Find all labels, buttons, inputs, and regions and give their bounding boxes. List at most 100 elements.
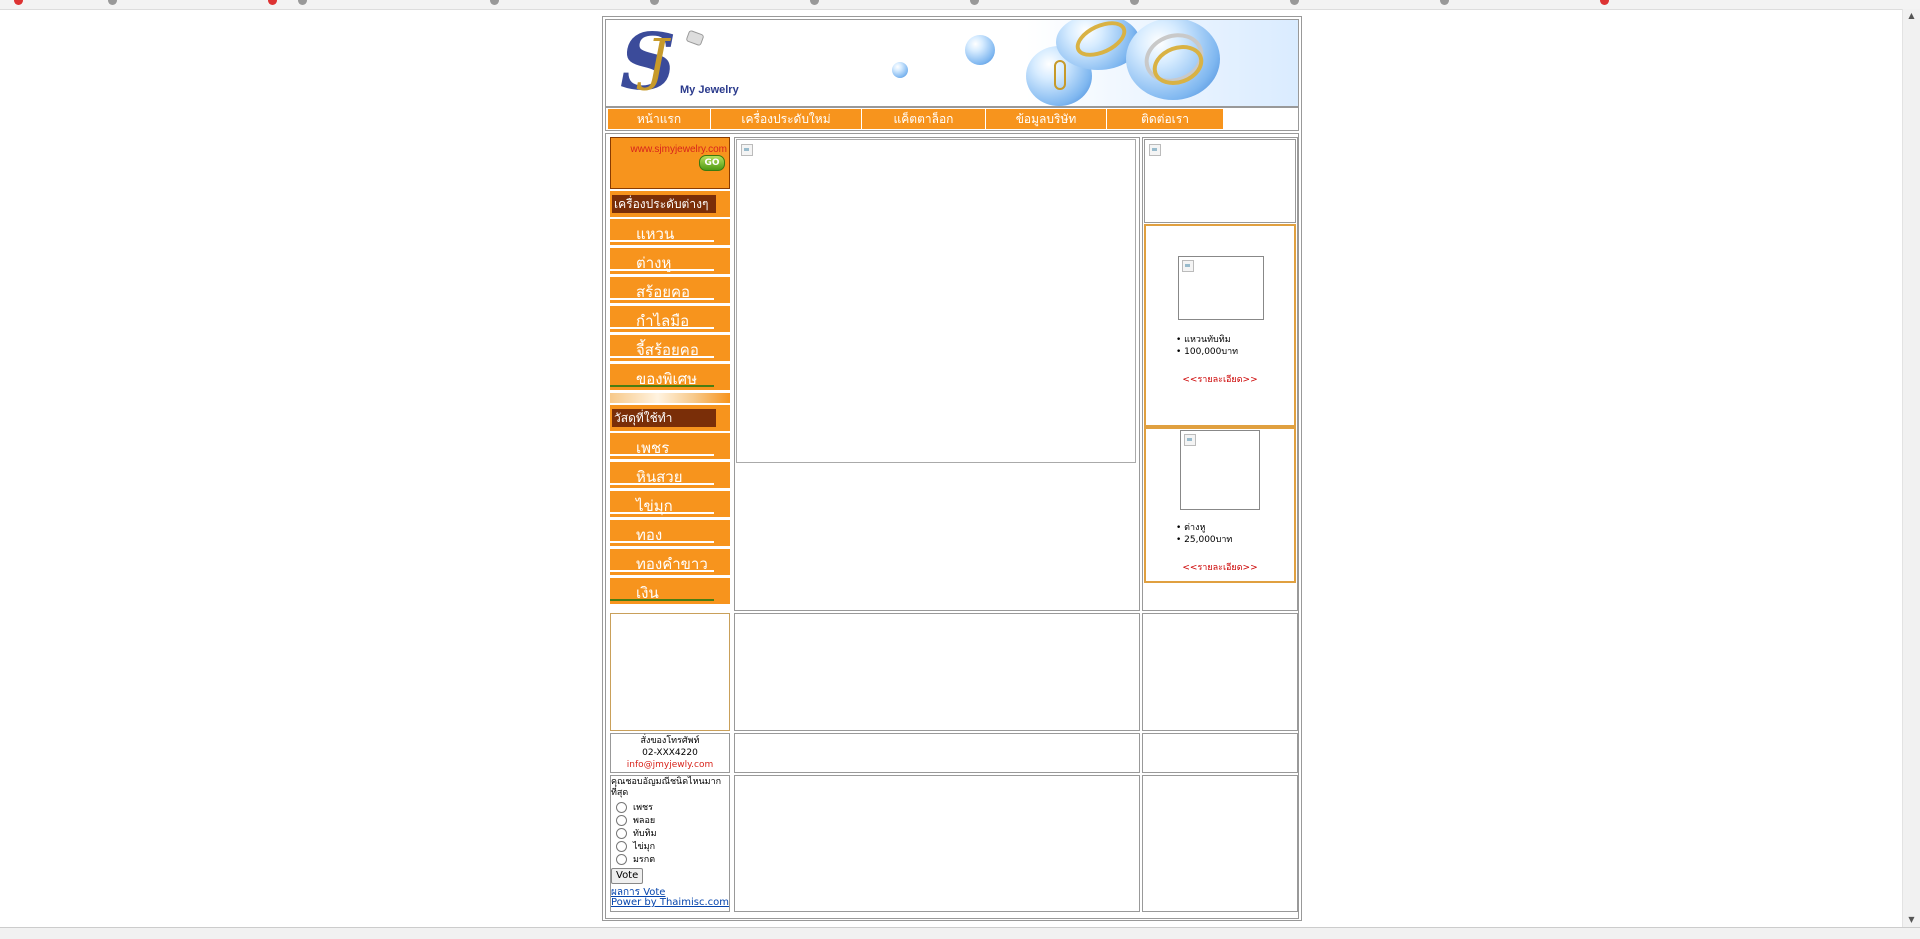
bookmark-icon[interactable] [1130, 0, 1139, 5]
poll-option[interactable]: พลอย [611, 815, 657, 828]
bookmark-icon[interactable] [1600, 0, 1609, 5]
poll-option-label: ทับทิม [633, 829, 657, 839]
nav-item-home[interactable]: หน้าแรก [608, 109, 711, 129]
nav-item-catalog[interactable]: แค็ตตาล็อก [862, 109, 986, 129]
bubble-icon [892, 62, 908, 78]
product-name: แหวนทับทิม [1176, 334, 1238, 346]
menu-item-pearl[interactable]: ไข่มุก [610, 490, 730, 517]
section-title: เครื่องประดับต่างๆ [612, 195, 716, 213]
bookmark-icon[interactable] [108, 0, 117, 5]
menu-item-gemstone[interactable]: หินสวย [610, 461, 730, 488]
product-card: ต่างหู 25,000บาท <<รายละเอียด>> [1144, 427, 1296, 583]
menu-item-label: แหวน [636, 226, 675, 243]
menu-item-pendants[interactable]: จี้สร้อยคอ [610, 334, 730, 361]
poll-option-label: มรกต [633, 855, 656, 865]
product-image[interactable] [1180, 430, 1260, 510]
powered-by-link[interactable]: Power by Thaimisc.com [611, 897, 729, 908]
menu-item-label: ต่างหู [636, 255, 672, 272]
broken-image-icon [741, 144, 753, 156]
menu-divider [610, 393, 730, 403]
left-empty-cell [610, 613, 730, 731]
poll-question: คุณชอบอัญมณีชนิดไหนมากที่สุด [611, 777, 722, 798]
poll-option-label: เพชร [633, 803, 653, 813]
browser-bookmarks-strip [0, 0, 1920, 10]
menu-item-label: หินสวย [636, 469, 683, 486]
poll-option[interactable]: มรกต [611, 854, 657, 867]
site-search-box: www.sjmyjewelry.com GO [610, 137, 730, 189]
poll-cell: คุณชอบอัญมณีชนิดไหนมากที่สุด เพชร พลอย ท… [610, 775, 730, 912]
radio-button[interactable] [616, 828, 627, 839]
bookmark-icon[interactable] [970, 0, 979, 5]
menu-item-bracelets[interactable]: กำไลมือ [610, 305, 730, 332]
pendant-icon [1054, 60, 1066, 90]
site-url-link[interactable]: www.sjmyjewelry.com [631, 144, 728, 155]
product-detail-link[interactable]: <<รายละเอียด>> [1146, 372, 1294, 386]
top-nav: หน้าแรก เครื่องประดับใหม่ แค็ตตาล็อก ข้อ… [605, 107, 1299, 131]
menu-item-rings[interactable]: แหวน [610, 218, 730, 245]
broken-image-icon [1182, 260, 1194, 272]
product-name: ต่างหู [1176, 522, 1232, 534]
nav-item-new-jewelry[interactable]: เครื่องประดับใหม่ [711, 109, 862, 129]
bubble-pendant-icon [965, 35, 995, 65]
menu-item-silver[interactable]: เงิน [610, 577, 730, 604]
right-banner-frame [1144, 139, 1296, 223]
status-bar [0, 927, 1920, 939]
menu-item-label: ของพิเศษ [636, 371, 698, 388]
page-container: S J My Jewelry หน้าแรก เครื่องประดับใหม่… [602, 16, 1302, 921]
contact-email-link[interactable]: info@jmyjewly.com [611, 759, 729, 771]
logo-text: My Jewelry [680, 84, 739, 96]
menu-item-diamond[interactable]: เพชร [610, 432, 730, 459]
menu-item-label: ทอง [636, 527, 663, 544]
menu-item-earrings[interactable]: ต่างหู [610, 247, 730, 274]
menu-item-specials[interactable]: ของพิเศษ [610, 363, 730, 390]
menu-section-materials: วัสดุที่ใช้ทำ [610, 405, 730, 431]
product-image[interactable] [1178, 256, 1264, 320]
bookmark-icon[interactable] [810, 0, 819, 5]
contact-cell: สั่งของโทรศัพท์ 02-XXX4220 info@jmyjewly… [610, 733, 730, 773]
section-title: วัสดุที่ใช้ทำ [612, 409, 716, 427]
bookmark-icon[interactable] [14, 0, 23, 5]
bookmark-icon[interactable] [490, 0, 499, 5]
bookmark-icon[interactable] [1290, 0, 1299, 5]
menu-item-label: เพชร [636, 440, 670, 457]
menu-item-label: จี้สร้อยคอ [636, 342, 699, 359]
contact-order-label: สั่งของโทรศัพท์ [640, 736, 700, 746]
poll-options: เพชร พลอย ทับทิม ไข่มุก มรกต [611, 802, 657, 867]
right-content-cell: แหวนทับทิม 100,000บาท <<รายละเอียด>> ต่า… [1142, 137, 1298, 611]
bookmark-icon[interactable] [298, 0, 307, 5]
menu-item-necklaces[interactable]: สร้อยคอ [610, 276, 730, 303]
menu-item-label: ทองคำขาว [636, 556, 708, 573]
menu-item-label: ไข่มุก [636, 498, 673, 515]
nav-item-company-info[interactable]: ข้อมูลบริษัท [986, 109, 1107, 129]
radio-button[interactable] [616, 854, 627, 865]
poll-option[interactable]: ทับทิม [611, 828, 657, 841]
scroll-up-icon[interactable]: ▲ [1903, 9, 1920, 23]
product-detail-link[interactable]: <<รายละเอียด>> [1146, 560, 1294, 574]
menu-item-label: กำไลมือ [636, 313, 690, 330]
menu-item-platinum[interactable]: ทองคำขาว [610, 548, 730, 575]
scroll-down-icon[interactable]: ▼ [1903, 913, 1920, 927]
poll-option[interactable]: เพชร [611, 802, 657, 815]
bookmark-icon[interactable] [650, 0, 659, 5]
radio-button[interactable] [616, 815, 627, 826]
menu-item-gold[interactable]: ทอง [610, 519, 730, 546]
contact-phone: 02-XXX4220 [642, 748, 698, 758]
product-info: ต่างหู 25,000บาท [1176, 522, 1232, 546]
bookmark-icon[interactable] [1440, 0, 1449, 5]
center-content-cell [734, 137, 1140, 611]
vote-button[interactable]: Vote [611, 868, 644, 884]
poll-option[interactable]: ไข่มุก [611, 841, 657, 854]
poll-option-label: ไข่มุก [633, 842, 656, 852]
go-button[interactable]: GO [699, 155, 725, 171]
diamond-icon [685, 29, 705, 47]
radio-button[interactable] [616, 841, 627, 852]
bookmark-icon[interactable] [268, 0, 277, 5]
nav-item-contact[interactable]: ติดต่อเรา [1107, 109, 1224, 129]
menu-section-jewelry-types: เครื่องประดับต่างๆ [610, 191, 730, 217]
right-empty-cell [1142, 733, 1298, 773]
product-card: แหวนทับทิม 100,000บาท <<รายละเอียด>> [1144, 224, 1296, 427]
radio-button[interactable] [616, 802, 627, 813]
vertical-scrollbar[interactable]: ▲ ▼ [1902, 9, 1920, 927]
menu-item-label: เงิน [636, 585, 659, 602]
product-info: แหวนทับทิม 100,000บาท [1176, 334, 1238, 358]
